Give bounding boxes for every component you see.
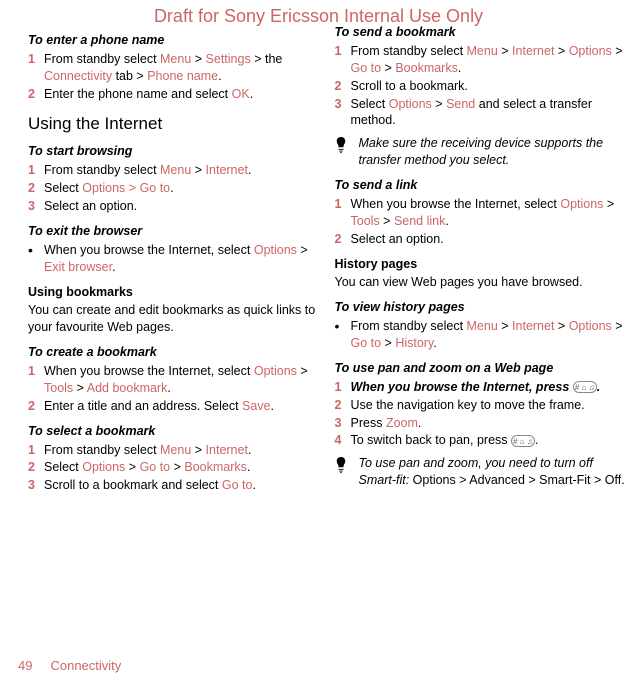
- step-text: From standby select Menu > Settings > th…: [44, 51, 319, 85]
- tip-note: To use pan and zoom, you need to turn of…: [335, 455, 626, 489]
- step: 1 When you browse the Internet, select O…: [335, 196, 626, 230]
- step-text: Enter a title and an address. Select Sav…: [44, 398, 319, 415]
- bullet-marker: •: [28, 242, 40, 259]
- step: 2 Select Options > Go to > Bookmarks.: [28, 459, 319, 476]
- step: 4 To switch back to pan, press # ⌂ ♫.: [335, 432, 626, 449]
- page-number: 49: [18, 657, 32, 675]
- bullet-text: When you browse the Internet, select Opt…: [44, 242, 319, 276]
- step: 1 When you browse the Internet, select O…: [28, 363, 319, 397]
- step-text: Enter the phone name and select OK.: [44, 86, 319, 103]
- subtitle-pan-zoom: To use pan and zoom on a Web page: [335, 360, 626, 377]
- subtitle-exit-browser: To exit the browser: [28, 223, 319, 240]
- hash-key-icon: # ⌂ ♫: [573, 381, 597, 393]
- step-text: From standby select Menu > Internet.: [44, 162, 319, 179]
- step-text: Select Options > Send and select a trans…: [351, 96, 626, 130]
- step-text: To switch back to pan, press # ⌂ ♫.: [351, 432, 626, 449]
- step: 3 Scroll to a bookmark and select Go to.: [28, 477, 319, 494]
- step-text: When you browse the Internet, press # ⌂ …: [351, 379, 626, 396]
- step-text: When you browse the Internet, select Opt…: [44, 363, 319, 397]
- heading-using-bookmarks: Using bookmarks: [28, 284, 319, 301]
- step-number: 1: [335, 196, 347, 213]
- step-text: From standby select Menu > Internet > Op…: [351, 43, 626, 77]
- lightbulb-icon: [335, 137, 353, 154]
- step: 2 Select an option.: [335, 231, 626, 248]
- step: 2 Enter a title and an address. Select S…: [28, 398, 319, 415]
- step-text: Select an option.: [44, 198, 319, 215]
- step-text: Use the navigation key to move the frame…: [351, 397, 626, 414]
- step: 1 From standby select Menu > Internet.: [28, 442, 319, 459]
- tip-text: Make sure the receiving device supports …: [359, 135, 626, 169]
- step-number: 2: [28, 459, 40, 476]
- page-content: To enter a phone name 1 From standby sel…: [0, 0, 637, 495]
- hash-key-icon: # ⌂ ♫: [511, 435, 535, 447]
- bullet-marker: •: [335, 318, 347, 335]
- step-number: 2: [28, 398, 40, 415]
- subtitle-enter-phone-name: To enter a phone name: [28, 32, 319, 49]
- step-number: 1: [335, 43, 347, 60]
- step-text: Select Options > Go to.: [44, 180, 319, 197]
- subtitle-create-bookmark: To create a bookmark: [28, 344, 319, 361]
- step-number: 3: [28, 477, 40, 494]
- step-number: 3: [335, 415, 347, 432]
- heading-history-pages: History pages: [335, 256, 626, 273]
- step-text: Scroll to a bookmark and select Go to.: [44, 477, 319, 494]
- step: 2 Use the navigation key to move the fra…: [335, 397, 626, 414]
- step-text: Select an option.: [351, 231, 626, 248]
- right-column: To send a bookmark 1 From standby select…: [335, 24, 626, 495]
- step: 3 Press Zoom.: [335, 415, 626, 432]
- step: 2 Enter the phone name and select OK.: [28, 86, 319, 103]
- step-number: 4: [335, 432, 347, 449]
- step-text: When you browse the Internet, select Opt…: [351, 196, 626, 230]
- subtitle-start-browsing: To start browsing: [28, 143, 319, 160]
- step-number: 2: [335, 397, 347, 414]
- bullet-text: From standby select Menu > Internet > Op…: [351, 318, 626, 352]
- step-number: 1: [28, 162, 40, 179]
- step-number: 3: [28, 198, 40, 215]
- step-number: 1: [28, 51, 40, 68]
- step: 1 From standby select Menu > Internet > …: [335, 43, 626, 77]
- step-number: 2: [28, 86, 40, 103]
- step-number: 2: [335, 78, 347, 95]
- step: 2 Scroll to a bookmark.: [335, 78, 626, 95]
- step: 1 From standby select Menu > Internet.: [28, 162, 319, 179]
- subtitle-view-history: To view history pages: [335, 299, 626, 316]
- step-number: 2: [28, 180, 40, 197]
- bullet: • When you browse the Internet, select O…: [28, 242, 319, 276]
- bullet: • From standby select Menu > Internet > …: [335, 318, 626, 352]
- step: 1 From standby select Menu > Settings > …: [28, 51, 319, 85]
- step-text: Press Zoom.: [351, 415, 626, 432]
- step-number: 1: [28, 363, 40, 380]
- body-text: You can create and edit bookmarks as qui…: [28, 302, 319, 336]
- tip-text: To use pan and zoom, you need to turn of…: [359, 455, 626, 489]
- body-text: You can view Web pages you have browsed.: [335, 274, 626, 291]
- step-text: Select Options > Go to > Bookmarks.: [44, 459, 319, 476]
- step-text: From standby select Menu > Internet.: [44, 442, 319, 459]
- step: 3 Select Options > Send and select a tra…: [335, 96, 626, 130]
- subtitle-send-link: To send a link: [335, 177, 626, 194]
- step-number: 3: [335, 96, 347, 113]
- step: 3 Select an option.: [28, 198, 319, 215]
- heading-using-internet: Using the Internet: [28, 113, 319, 136]
- step: 2 Select Options > Go to.: [28, 180, 319, 197]
- step-number: 2: [335, 231, 347, 248]
- watermark-text: Draft for Sony Ericsson Internal Use Onl…: [0, 4, 637, 28]
- tip-note: Make sure the receiving device supports …: [335, 135, 626, 169]
- step-number: 1: [335, 379, 347, 396]
- step-number: 1: [28, 442, 40, 459]
- left-column: To enter a phone name 1 From standby sel…: [18, 24, 319, 495]
- footer-section: Connectivity: [50, 657, 121, 675]
- step: 1 When you browse the Internet, press # …: [335, 379, 626, 396]
- lightbulb-icon: [335, 457, 353, 474]
- subtitle-select-bookmark: To select a bookmark: [28, 423, 319, 440]
- step-text: Scroll to a bookmark.: [351, 78, 626, 95]
- page-footer: 49 Connectivity: [18, 657, 121, 675]
